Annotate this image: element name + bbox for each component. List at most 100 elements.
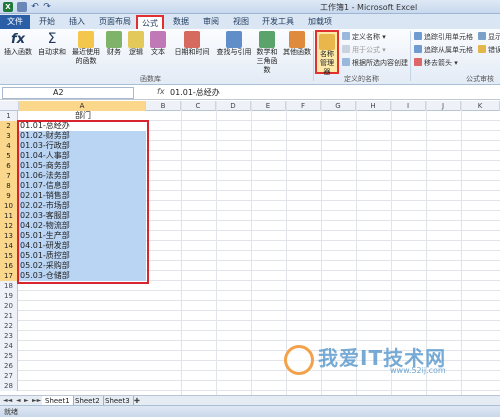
more-functions-button[interactable]: 其他函数 xyxy=(282,31,312,57)
row-header[interactable]: 25 xyxy=(0,351,18,361)
row-header[interactable]: 8 xyxy=(0,181,18,191)
row-header[interactable]: 14 xyxy=(0,241,18,251)
group-separator xyxy=(410,31,411,81)
tab-view[interactable]: 视图 xyxy=(228,15,254,29)
formula-input[interactable]: 01.01-总经办 xyxy=(170,87,498,99)
cell-a[interactable] xyxy=(19,291,146,301)
next-sheet-icon[interactable]: ► xyxy=(24,397,29,404)
create-from-selection-button[interactable]: 根据所选内容创建 xyxy=(342,58,408,68)
watermark-logo-icon xyxy=(284,345,314,375)
column-header-j[interactable]: J xyxy=(426,101,461,111)
row-header[interactable]: 7 xyxy=(0,171,18,181)
save-icon[interactable] xyxy=(17,2,27,12)
row-header[interactable]: 17 xyxy=(0,271,18,281)
row-header[interactable]: 5 xyxy=(0,151,18,161)
cell-a[interactable] xyxy=(19,381,146,391)
trace-dependents-button[interactable]: 追踪从属单元格 xyxy=(414,45,473,55)
insert-sheet-icon[interactable]: ✚ xyxy=(134,397,140,405)
cell-a[interactable] xyxy=(19,371,146,381)
column-header-k[interactable]: K xyxy=(461,101,500,111)
row-header[interactable]: 15 xyxy=(0,251,18,261)
tab-page-layout[interactable]: 页面布局 xyxy=(94,15,136,29)
last-sheet-icon[interactable]: ►► xyxy=(32,397,41,404)
column-header-c[interactable]: C xyxy=(181,101,216,111)
text-button[interactable]: 文本 xyxy=(148,31,168,57)
defined-names-label: 定义的名称 xyxy=(344,75,379,83)
row-header[interactable]: 10 xyxy=(0,201,18,211)
cell-a[interactable] xyxy=(19,341,146,351)
insert-function-icon[interactable]: fx xyxy=(157,87,165,96)
column-header-g[interactable]: G xyxy=(321,101,356,111)
column-header-d[interactable]: D xyxy=(216,101,251,111)
select-all-corner[interactable] xyxy=(0,101,19,111)
row-header[interactable]: 16 xyxy=(0,261,18,271)
trace-precedents-button[interactable]: 追踪引用单元格 xyxy=(414,32,473,42)
cell-a[interactable] xyxy=(19,301,146,311)
name-box[interactable]: A2 xyxy=(2,87,134,99)
cell-a[interactable] xyxy=(19,321,146,331)
row-header[interactable]: 20 xyxy=(0,301,18,311)
row-header[interactable]: 13 xyxy=(0,231,18,241)
row-header[interactable]: 23 xyxy=(0,331,18,341)
redo-icon[interactable]: ↷ xyxy=(42,2,52,12)
cell-a[interactable] xyxy=(19,351,146,361)
use-in-formula-button[interactable]: 用于公式 ▾ xyxy=(342,45,386,55)
remove-arrows-button[interactable]: 移去箭头 ▾ xyxy=(414,58,458,68)
cell-a[interactable] xyxy=(19,311,146,321)
insert-function-button[interactable]: fx 插入函数 xyxy=(2,31,34,57)
date-time-button[interactable]: 日期和时间 xyxy=(172,31,212,57)
column-header-f[interactable]: F xyxy=(286,101,321,111)
row-header[interactable]: 18 xyxy=(0,281,18,291)
column-header-e[interactable]: E xyxy=(251,101,286,111)
undo-icon[interactable]: ↶ xyxy=(30,2,40,12)
row-header[interactable]: 11 xyxy=(0,211,18,221)
name-manager-button[interactable]: 名称管理器 xyxy=(315,30,339,76)
row-header[interactable]: 2 xyxy=(0,121,18,131)
column-header-i[interactable]: I xyxy=(391,101,426,111)
row-header[interactable]: 9 xyxy=(0,191,18,201)
row-header[interactable]: 21 xyxy=(0,311,18,321)
cell-a[interactable] xyxy=(19,361,146,371)
error-checking-button[interactable]: 错误 xyxy=(478,45,500,55)
logical-button[interactable]: 逻辑 xyxy=(126,31,146,57)
recently-used-button[interactable]: 最近使用的函数 xyxy=(70,31,102,66)
row-header[interactable]: 1 xyxy=(0,111,18,121)
tab-review[interactable]: 审阅 xyxy=(198,15,224,29)
row-header[interactable]: 24 xyxy=(0,341,18,351)
row-header[interactable]: 3 xyxy=(0,131,18,141)
show-formulas-button[interactable]: 显示 xyxy=(478,32,500,42)
tab-formulas[interactable]: 公式 xyxy=(136,15,164,29)
prev-sheet-icon[interactable]: ◄ xyxy=(16,397,21,404)
function-library-label: 函数库 xyxy=(140,75,161,83)
row-header[interactable]: 27 xyxy=(0,371,18,381)
tab-data[interactable]: 数据 xyxy=(168,15,194,29)
column-header-a[interactable]: A xyxy=(19,101,146,111)
autosum-button[interactable]: Σ 自动求和 xyxy=(36,31,68,57)
tab-developer[interactable]: 开发工具 xyxy=(258,15,298,29)
tab-insert[interactable]: 插入 xyxy=(64,15,90,29)
tab-home[interactable]: 开始 xyxy=(34,15,60,29)
tab-file[interactable]: 文件 xyxy=(0,15,30,29)
column-header-h[interactable]: H xyxy=(356,101,391,111)
table-row: 19 xyxy=(0,291,500,301)
first-sheet-icon[interactable]: ◄◄ xyxy=(3,397,12,404)
row-header[interactable]: 4 xyxy=(0,141,18,151)
ribbon-tab-bar: 文件 开始 插入 页面布局 公式 数据 审阅 视图 开发工具 加载项 xyxy=(0,14,500,29)
table-row: 22 xyxy=(0,321,500,331)
book-math-icon xyxy=(259,31,275,48)
math-trig-button[interactable]: 数学和三角函数 xyxy=(256,31,278,75)
column-header-b[interactable]: B xyxy=(146,101,181,111)
define-name-button[interactable]: 定义名称 ▾ xyxy=(342,32,386,42)
excel-app-icon[interactable]: X xyxy=(3,2,13,12)
row-header[interactable]: 28 xyxy=(0,381,18,391)
cell-a[interactable] xyxy=(19,331,146,341)
row-header[interactable]: 19 xyxy=(0,291,18,301)
row-header[interactable]: 26 xyxy=(0,361,18,371)
tab-add-ins[interactable]: 加载项 xyxy=(302,15,338,29)
book-financial-icon xyxy=(106,31,122,48)
row-header[interactable]: 6 xyxy=(0,161,18,171)
lookup-reference-button[interactable]: 查找与引用 xyxy=(214,31,254,57)
row-header[interactable]: 22 xyxy=(0,321,18,331)
row-header[interactable]: 12 xyxy=(0,221,18,231)
financial-button[interactable]: 财务 xyxy=(104,31,124,57)
